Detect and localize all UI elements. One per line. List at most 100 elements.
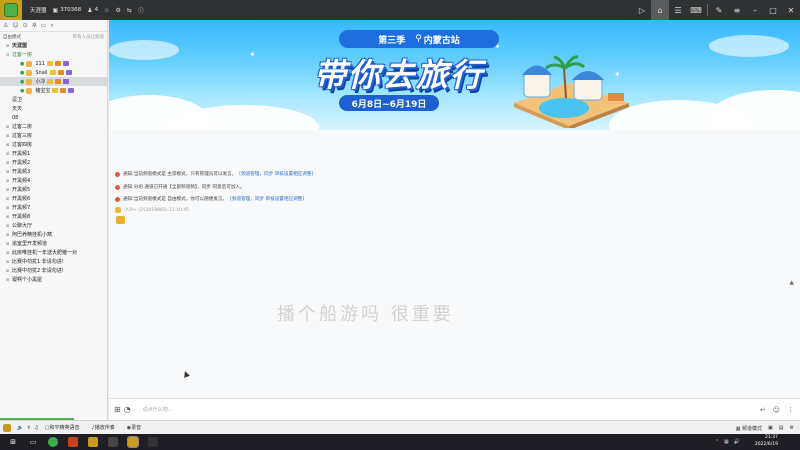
notice-link[interactable]: [频道管理，同步 审核设置相应调整]	[230, 196, 304, 202]
member-item[interactable]: ● Snail	[0, 68, 107, 77]
speaker-icon[interactable]: 🔈	[17, 425, 23, 431]
app-status-icon[interactable]	[3, 423, 11, 432]
sidebar-toolbar: ♙ ☺ ⊙ ✲ ▭ ⌕	[0, 20, 107, 32]
channel-id[interactable]: 370368	[60, 7, 81, 13]
search-icon[interactable]: ⌕	[50, 22, 53, 30]
taskbar-app-voice-active[interactable]	[126, 436, 140, 448]
online-dot-icon: ●	[20, 60, 25, 67]
member-item[interactable]: 逗卫	[0, 95, 107, 104]
channel-item[interactable]: ⊞ 寝啊个小黑屋	[0, 275, 107, 284]
voice-mode-button[interactable]: ▢ 和平精英语音	[45, 424, 80, 432]
tree-item-label: 比赛中勿扰2 非请勿进!	[12, 268, 64, 274]
yurt-island-illustration	[514, 55, 629, 128]
scroll-up-icon[interactable]: ▲	[789, 279, 794, 286]
clock-date: 2022/6/19	[754, 441, 778, 447]
channel-item[interactable]: ⊞ 过客四房	[0, 140, 107, 149]
info-icon[interactable]: ⓘ	[138, 6, 144, 15]
maximize-icon[interactable]: □	[764, 0, 782, 20]
notice-link[interactable]: [频道管理，同步 审核设置相应调整]	[239, 171, 313, 177]
voice-icon[interactable]: ◔	[124, 405, 131, 414]
channel-item[interactable]: ⊞ 开黑频7	[0, 203, 107, 212]
channel-item[interactable]: ⊞ 开黑频5	[0, 185, 107, 194]
channel-item[interactable]: ⊞ 比赛中勿扰1 非请勿进!	[0, 257, 107, 266]
app-logo[interactable]	[0, 0, 22, 20]
gamepad-icon[interactable]: ⌨	[687, 0, 705, 20]
media-app-icon	[148, 437, 158, 447]
member-item[interactable]: 08	[0, 113, 107, 122]
channel-item[interactable]: ⊞ 开黑频6	[0, 194, 107, 203]
channel-item[interactable]: ⊞ 阿巴养精挂机小窝	[0, 230, 107, 239]
channel-item[interactable]: ⊞ 过客二房	[0, 122, 107, 131]
connect-icon[interactable]: ⇆	[127, 7, 132, 14]
video-icon[interactable]: ▷	[633, 0, 651, 20]
share-icon[interactable]: ⚙	[115, 7, 120, 14]
chat-icon[interactable]: ▭	[41, 22, 47, 29]
network-icon[interactable]: ▦	[724, 439, 729, 445]
chat-input[interactable]: 说点什么吧...	[143, 406, 173, 413]
grid-icon[interactable]: ▤	[779, 425, 784, 431]
id-icon: ▣	[52, 6, 59, 14]
banner-season: 第三季	[378, 35, 406, 46]
member-item[interactable]: 天天	[0, 104, 107, 113]
tray-up-icon[interactable]: ⌃	[715, 439, 719, 445]
windows-start-icon[interactable]: ⊞	[6, 436, 20, 448]
tree-item-label: 猪宝宝	[35, 88, 51, 94]
settings-icon[interactable]: ⚙	[790, 425, 794, 431]
channel-item[interactable]: ⊞ 天涯盟	[0, 41, 107, 50]
gamepad-icon[interactable]: ⊞	[114, 405, 121, 414]
skin-icon[interactable]: ✎	[710, 0, 728, 20]
tree-item-label: 开黑频7	[12, 205, 31, 211]
badge-icon	[49, 70, 56, 75]
member-item[interactable]: ● 小冷	[0, 77, 107, 86]
channel-item[interactable]: ⊞ 过客三房	[0, 131, 107, 140]
banner-station: 内蒙古站	[423, 35, 460, 46]
channel-item[interactable]: ⊟ 过客一房	[0, 50, 107, 59]
close-icon[interactable]: ✕	[782, 0, 800, 20]
more-icon[interactable]: ⋮	[787, 406, 794, 414]
mode-label[interactable]: 自由模式	[3, 34, 21, 40]
send-icon[interactable]: ↵	[760, 406, 766, 414]
message-sender[interactable]: 小冷+ (251019865) 21:10:45	[115, 207, 189, 213]
notice-prefix: 通知:	[123, 185, 134, 190]
channel-item[interactable]: ⊞ 比赛中勿扰2 非请勿进!	[0, 266, 107, 275]
location-icon[interactable]: ⊙	[23, 22, 28, 29]
avatar[interactable]	[115, 207, 121, 213]
accompaniment-button[interactable]: ♪ 播放伴奏	[91, 424, 114, 432]
emoji-icon[interactable]: ☺	[773, 406, 780, 414]
menu-icon[interactable]: ≡	[728, 0, 746, 20]
record-button[interactable]: ◉ 录音	[127, 424, 141, 432]
member-item[interactable]: ● 猪宝宝	[0, 86, 107, 95]
channel-item[interactable]: ⊞ 公聊大厅	[0, 221, 107, 230]
headset-icon[interactable]: ♫	[34, 425, 38, 431]
channel-item[interactable]: ⊞ 开黑频2	[0, 158, 107, 167]
chat-area[interactable]: ▲ 通知: 当前频道模式是 主席模式，只有管理员可以发言。 [频道管理，同步 审…	[109, 130, 800, 398]
task-view-icon[interactable]: ▭	[26, 436, 40, 448]
channel-item[interactable]: ⊞ 开黑频3	[0, 167, 107, 176]
lock-icon[interactable]: ▣	[768, 425, 773, 431]
cog-icon[interactable]: ✲	[32, 22, 37, 29]
emoji-icon[interactable]: ☺	[12, 22, 18, 29]
person-icon[interactable]: ♙	[3, 22, 8, 29]
volume-icon[interactable]: 🔊	[734, 439, 740, 445]
channel-item[interactable]: ⊞ 开黑频4	[0, 176, 107, 185]
taskbar-app-chrome[interactable]	[46, 436, 60, 448]
home-icon[interactable]: ⌂	[651, 0, 669, 20]
mic-icon[interactable]: ⌽	[27, 425, 30, 431]
minimize-icon[interactable]: –	[746, 0, 764, 20]
member-item[interactable]: ● 111	[0, 59, 107, 68]
taskbar-app-game[interactable]	[66, 436, 80, 448]
channel-name[interactable]: 天涯盟	[30, 6, 47, 14]
star-icon[interactable]: ☆	[104, 7, 109, 14]
taskbar-app-voice[interactable]	[86, 436, 100, 448]
channel-item[interactable]: ⊞ 开黑频1	[0, 149, 107, 158]
event-banner[interactable]: ✦ ✦ ✦ 第三季 ⚲ 内蒙古站 带你去旅行 6月8日~6月19日	[109, 20, 800, 130]
channel-item[interactable]: ⊞ 此房唯挂机一年送大肥猪一对	[0, 248, 107, 257]
taskbar-app-media[interactable]	[146, 436, 160, 448]
taskbar-app-music[interactable]	[106, 436, 120, 448]
channel-mode-button[interactable]: ▦ 频道模式	[736, 425, 762, 432]
channel-item[interactable]: ⊞ 追室里开发频道	[0, 239, 107, 248]
taskbar-clock[interactable]: 21:37 2022/6/19	[755, 435, 778, 448]
sidebar-mode-header[interactable]: 自由模式 带有人员让频道	[0, 32, 107, 41]
list-icon[interactable]: ☰	[669, 0, 687, 20]
channel-item[interactable]: ⊞ 开黑频8	[0, 212, 107, 221]
